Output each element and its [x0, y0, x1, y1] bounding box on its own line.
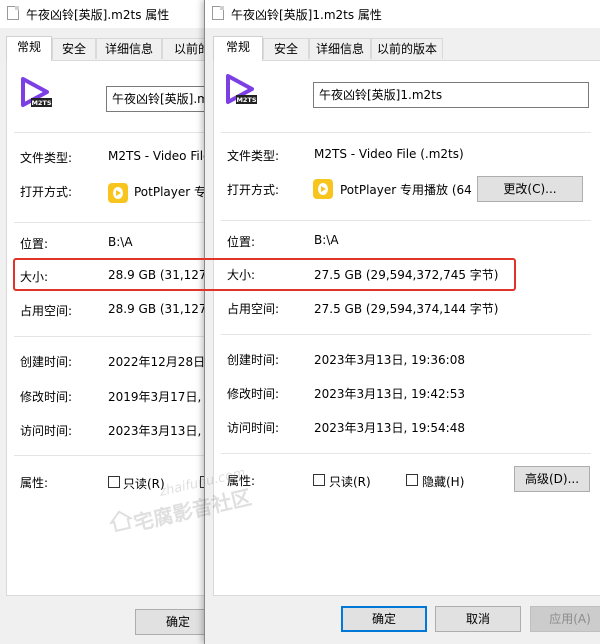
front-created-label: 创建时间:: [227, 353, 280, 367]
front-readonly-checkbox[interactable]: [313, 474, 325, 486]
back-title-bar: 午夜凶铃[英版].m2ts 属性: [0, 0, 220, 28]
back-disk-size-label: 占用空间:: [20, 304, 73, 318]
front-tab-details[interactable]: 详细信息: [309, 38, 371, 59]
front-title-bar: 午夜凶铃[英版]1.m2ts 属性: [205, 0, 600, 28]
back-created-label: 创建时间:: [20, 355, 73, 369]
back-attributes-label: 属性:: [20, 476, 49, 490]
m2ts-logo-text: M2TS: [31, 99, 51, 107]
front-window-title: 午夜凶铃[英版]1.m2ts 属性: [231, 8, 382, 22]
back-accessed-value: 2023年3月13日,: [108, 424, 202, 438]
back-tab-strip: 常规 安全 详细信息 以前的: [0, 36, 220, 61]
front-type-value: M2TS - Video File (.m2ts): [314, 147, 464, 161]
change-program-button[interactable]: 更改(C)...: [477, 176, 583, 202]
front-filename-input[interactable]: 午夜凶铃[英版]1.m2ts: [313, 82, 589, 108]
back-open-with-value: PotPlayer 专: [134, 185, 207, 199]
file-icon: [7, 6, 19, 20]
back-location-value: B:\A: [108, 235, 133, 249]
cancel-button[interactable]: 取消: [435, 606, 521, 632]
separator: [14, 336, 220, 337]
front-location-label: 位置:: [227, 235, 256, 249]
back-modified-value: 2019年3月17日,: [108, 390, 202, 404]
separator: [14, 222, 220, 223]
front-properties-window: 午夜凶铃[英版]1.m2ts 属性 常规 安全 详细信息 以前的版本 M2TS …: [204, 0, 600, 644]
apply-button: 应用(A): [530, 606, 600, 632]
front-created-value: 2023年3月13日, 19:36:08: [314, 353, 465, 367]
separator: [221, 453, 591, 454]
front-ok-button[interactable]: 确定: [341, 606, 427, 632]
back-readonly-checkbox[interactable]: [108, 476, 120, 488]
m2ts-file-icon: M2TS: [21, 77, 52, 107]
file-icon: [212, 6, 224, 20]
back-tab-security[interactable]: 安全: [52, 38, 96, 59]
back-disk-size-value: 28.9 GB (31,127,: [108, 302, 211, 316]
back-modified-label: 修改时间:: [20, 390, 73, 404]
back-tab-general[interactable]: 常规: [6, 36, 52, 61]
back-accessed-label: 访问时间:: [20, 424, 73, 438]
front-location-value: B:\A: [314, 233, 339, 247]
front-tab-previous-versions[interactable]: 以前的版本: [371, 38, 443, 59]
front-open-with-value: PotPlayer 专用播放 (64: [340, 183, 472, 197]
back-location-label: 位置:: [20, 237, 49, 251]
back-open-with-label: 打开方式:: [20, 185, 73, 199]
back-window-title: 午夜凶铃[英版].m2ts 属性: [26, 8, 170, 22]
front-modified-label: 修改时间:: [227, 387, 280, 401]
back-tab-details[interactable]: 详细信息: [96, 38, 162, 59]
front-readonly-label: 只读(R): [329, 475, 371, 489]
front-disk-size-value: 27.5 GB (29,594,374,144 字节): [314, 302, 499, 316]
front-open-with-label: 打开方式:: [227, 183, 280, 197]
separator: [221, 220, 591, 221]
front-disk-size-label: 占用空间:: [227, 302, 280, 316]
back-properties-window: 午夜凶铃[英版].m2ts 属性 常规 安全 详细信息 以前的 M2TS 午夜凶…: [0, 0, 220, 644]
front-tab-strip: 常规 安全 详细信息 以前的版本: [205, 36, 600, 61]
front-accessed-label: 访问时间:: [227, 421, 280, 435]
back-type-label: 文件类型:: [20, 151, 73, 165]
size-highlight-box: [13, 258, 516, 291]
separator: [14, 132, 220, 133]
advanced-attributes-button[interactable]: 高级(D)...: [514, 466, 590, 492]
front-hidden-checkbox[interactable]: [406, 474, 418, 486]
front-accessed-value: 2023年3月13日, 19:54:48: [314, 421, 465, 435]
back-filename-input[interactable]: 午夜凶铃[英版].m2ts: [106, 86, 220, 112]
separator: [221, 334, 591, 335]
back-created-value: 2022年12月28日: [108, 355, 206, 369]
separator: [14, 455, 220, 456]
front-modified-value: 2023年3月13日, 19:42:53: [314, 387, 465, 401]
front-type-label: 文件类型:: [227, 149, 280, 163]
front-tab-security[interactable]: 安全: [263, 38, 309, 59]
m2ts-logo-text: M2TS: [236, 96, 256, 104]
potplayer-icon: [108, 183, 128, 203]
potplayer-icon: [313, 179, 333, 199]
separator: [221, 132, 591, 133]
front-hidden-label: 隐藏(H): [422, 475, 465, 489]
m2ts-file-icon: M2TS: [226, 74, 257, 104]
front-tab-general[interactable]: 常规: [213, 36, 263, 61]
